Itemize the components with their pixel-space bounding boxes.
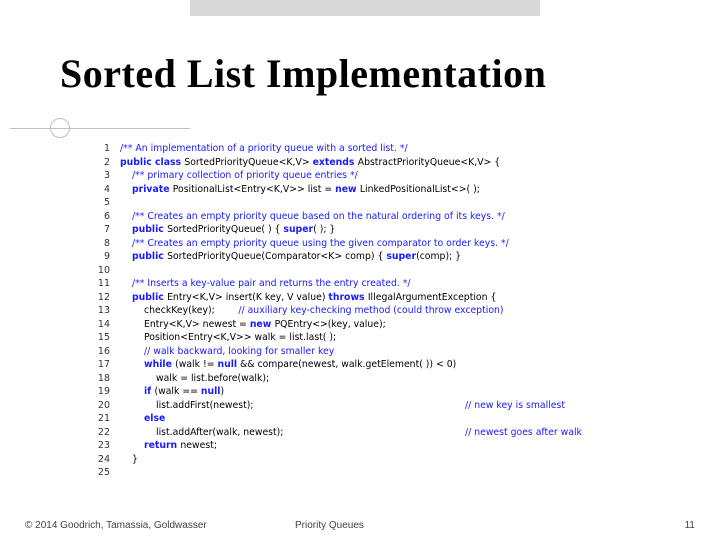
code-content: return newest;: [120, 439, 217, 453]
decorative-circle: [50, 118, 70, 138]
code-content: public Entry<K,V> insert(K key, V value)…: [120, 291, 496, 305]
code-line: 12public Entry<K,V> insert(K key, V valu…: [95, 291, 685, 305]
code-content: while (walk != null && compare(newest, w…: [120, 358, 456, 372]
code-line: 6/** Creates an empty priority queue bas…: [95, 210, 685, 224]
code-line: 20list.addFirst(newest); // new key is sm…: [95, 399, 685, 413]
code-line: 5: [95, 196, 685, 210]
code-content: list.addFirst(newest);: [120, 399, 254, 413]
code-content: /** Creates an empty priority queue base…: [120, 210, 505, 224]
footer-center: Priority Queues: [295, 520, 364, 531]
code-content: public SortedPriorityQueue(Comparator<K>…: [120, 250, 461, 264]
line-number: 25: [95, 466, 120, 480]
line-number: 15: [95, 331, 120, 345]
code-content: // walk backward, looking for smaller ke…: [120, 345, 334, 359]
line-comment: // new key is smallest: [465, 399, 565, 413]
code-line: 10: [95, 264, 685, 278]
code-line: 22list.addAfter(walk, newest); // newest …: [95, 426, 685, 440]
code-content: Entry<K,V> newest = new PQEntry<>(key, v…: [120, 318, 386, 332]
code-line: 11/** Inserts a key-value pair and retur…: [95, 277, 685, 291]
line-number: 11: [95, 277, 120, 291]
code-line: 16// walk backward, looking for smaller …: [95, 345, 685, 359]
code-line: 21else: [95, 412, 685, 426]
code-content: else: [120, 412, 165, 426]
code-line: 24}: [95, 453, 685, 467]
line-number: 10: [95, 264, 120, 278]
code-line: 2public class SortedPriorityQueue<K,V> e…: [95, 156, 685, 170]
line-number: 18: [95, 372, 120, 386]
code-content: /** An implementation of a priority queu…: [120, 142, 408, 156]
slide: Sorted List Implementation 1/** An imple…: [0, 0, 720, 540]
line-number: 7: [95, 223, 120, 237]
code-line: 17while (walk != null && compare(newest,…: [95, 358, 685, 372]
code-content: }: [120, 453, 138, 467]
code-content: public class SortedPriorityQueue<K,V> ex…: [120, 156, 500, 170]
code-line: 9public SortedPriorityQueue(Comparator<K…: [95, 250, 685, 264]
line-number: 16: [95, 345, 120, 359]
code-content: checkKey(key); // auxiliary key-checking…: [120, 304, 504, 318]
code-line: 23return newest;: [95, 439, 685, 453]
line-number: 24: [95, 453, 120, 467]
code-line: 13checkKey(key); // auxiliary key-checki…: [95, 304, 685, 318]
line-number: 19: [95, 385, 120, 399]
code-line: 1/** An implementation of a priority que…: [95, 142, 685, 156]
line-number: 14: [95, 318, 120, 332]
code-content: list.addAfter(walk, newest);: [120, 426, 283, 440]
code-line: 4private PositionalList<Entry<K,V>> list…: [95, 183, 685, 197]
top-accent-bar: [190, 0, 540, 16]
line-number: 4: [95, 183, 120, 197]
line-number: 8: [95, 237, 120, 251]
footer-copyright: © 2014 Goodrich, Tamassia, Goldwasser: [25, 520, 207, 531]
code-line: 19if (walk == null): [95, 385, 685, 399]
footer-page-number: 11: [685, 520, 695, 531]
line-number: 5: [95, 196, 120, 210]
code-content: /** Creates an empty priority queue usin…: [120, 237, 509, 251]
code-content: Position<Entry<K,V>> walk = list.last( )…: [120, 331, 336, 345]
line-number: 2: [95, 156, 120, 170]
line-number: 17: [95, 358, 120, 372]
line-number: 9: [95, 250, 120, 264]
code-content: /** Inserts a key-value pair and returns…: [120, 277, 411, 291]
line-number: 1: [95, 142, 120, 156]
code-listing: 1/** An implementation of a priority que…: [95, 142, 685, 480]
code-line: 18walk = list.before(walk);: [95, 372, 685, 386]
code-line: 3/** primary collection of priority queu…: [95, 169, 685, 183]
code-line: 15Position<Entry<K,V>> walk = list.last(…: [95, 331, 685, 345]
line-number: 12: [95, 291, 120, 305]
line-number: 6: [95, 210, 120, 224]
code-line: 14Entry<K,V> newest = new PQEntry<>(key,…: [95, 318, 685, 332]
code-content: if (walk == null): [120, 385, 224, 399]
line-number: 3: [95, 169, 120, 183]
code-content: walk = list.before(walk);: [120, 372, 269, 386]
code-content: public SortedPriorityQueue( ) { super( )…: [120, 223, 335, 237]
line-number: 22: [95, 426, 120, 440]
code-line: 7public SortedPriorityQueue( ) { super( …: [95, 223, 685, 237]
code-line: 25: [95, 466, 685, 480]
line-comment: // newest goes after walk: [465, 426, 582, 440]
line-number: 23: [95, 439, 120, 453]
code-line: 8/** Creates an empty priority queue usi…: [95, 237, 685, 251]
code-content: private PositionalList<Entry<K,V>> list …: [120, 183, 480, 197]
code-content: /** primary collection of priority queue…: [120, 169, 358, 183]
line-number: 13: [95, 304, 120, 318]
line-number: 21: [95, 412, 120, 426]
slide-title: Sorted List Implementation: [60, 50, 546, 97]
line-number: 20: [95, 399, 120, 413]
